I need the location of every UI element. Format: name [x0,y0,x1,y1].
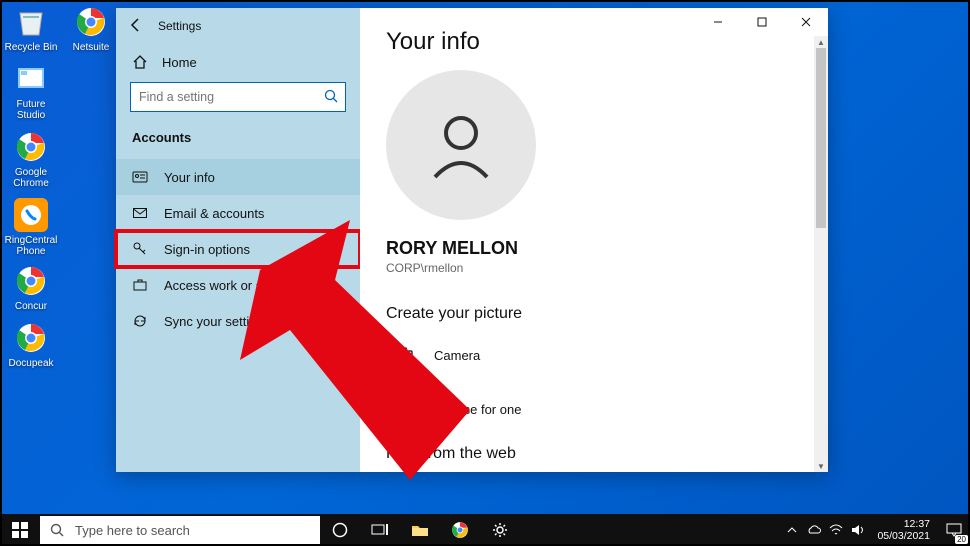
chevron-up-icon [787,525,797,535]
close-button[interactable] [784,8,828,36]
scroll-up-icon[interactable]: ▲ [814,36,828,48]
briefcase-icon [132,277,148,293]
taskbar-chrome[interactable] [440,514,480,546]
scrollbar-thumb[interactable] [816,48,826,228]
user-account: CORP\rmellon [386,261,802,275]
tray-chevron[interactable] [781,514,803,546]
minimize-button[interactable] [696,8,740,36]
desktop-icon-concur[interactable]: Concur [4,263,58,312]
search-icon [324,89,338,108]
taskview-icon [371,523,389,537]
nav-work-school[interactable]: Access work or school [116,267,360,303]
ringcentral-icon [13,197,49,233]
future-studio-icon [13,61,49,97]
cloud-icon [806,524,822,536]
maximize-button[interactable] [740,8,784,36]
picture-option-browse[interactable]: Browse for one [386,391,802,427]
desktop-icon-recycle-bin[interactable]: Recycle Bin [4,4,58,53]
category-header: Accounts [116,124,360,159]
nav-your-info[interactable]: Your info [116,159,360,195]
taskbar-explorer[interactable] [400,514,440,546]
settings-window: Settings Home Accounts Your info Email &… [116,8,828,472]
sync-icon [132,313,148,329]
taskbar-cortana[interactable] [320,514,360,546]
chrome-icon [73,4,109,40]
windows-icon [12,522,28,538]
cortana-icon [332,522,348,538]
picture-option-camera[interactable]: Camera [386,337,802,373]
taskbar-settings[interactable] [480,514,520,546]
system-tray: 12:37 05/03/2021 20 [781,514,970,546]
start-button[interactable] [0,514,40,546]
gear-icon [492,522,508,538]
desktop-icon-ringcentral[interactable]: RingCentral Phone [4,197,58,257]
desktop-icon-future-studio[interactable]: Future Studio [4,61,58,121]
nav-signin-options[interactable]: Sign-in options [116,231,360,267]
camera-icon [386,337,422,373]
person-placeholder-icon [421,105,501,185]
user-name: RORY MELLON [386,238,802,259]
wifi-icon [829,524,843,536]
chrome-icon [451,521,469,539]
recycle-bin-icon [13,4,49,40]
settings-search[interactable] [130,82,346,112]
tray-cloud[interactable] [803,514,825,546]
tray-network[interactable] [825,514,847,546]
nav-sync-settings[interactable]: Sync your settings [116,303,360,339]
scroll-down-icon[interactable]: ▼ [814,460,828,472]
settings-sidebar: Settings Home Accounts Your info Email &… [116,8,360,472]
chrome-icon [13,263,49,299]
email-icon [132,205,148,221]
taskbar-clock[interactable]: 12:37 05/03/2021 [869,518,938,542]
taskbar: Type here to search 12:37 05/03/2021 20 [0,514,970,546]
home-icon [132,54,148,70]
back-button[interactable] [128,17,146,36]
person-icon [132,169,148,185]
desktop-icon-google-chrome[interactable]: Google Chrome [4,129,58,189]
create-picture-header: Create your picture [386,305,802,323]
volume-icon [851,524,865,536]
content-scrollbar[interactable]: ▲ ▼ [814,36,828,472]
desktop-icon-docupeak[interactable]: Docupeak [4,320,58,369]
settings-content: Your info RORY MELLON CORP\rmellon Creat… [360,8,828,472]
action-center[interactable]: 20 [938,514,970,546]
taskbar-search[interactable]: Type here to search [40,516,320,544]
window-title: Settings [158,19,201,33]
chrome-icon [13,129,49,165]
user-avatar [386,70,536,220]
help-web-header: Help from the web [386,445,802,463]
chrome-icon [13,320,49,356]
nav-home[interactable]: Home [116,44,360,80]
nav-email-accounts[interactable]: Email & accounts [116,195,360,231]
desktop-icon-netsuite[interactable]: Netsuite [64,4,118,53]
tray-volume[interactable] [847,514,869,546]
taskbar-taskview[interactable] [360,514,400,546]
folder-icon [411,522,429,538]
settings-search-input[interactable] [130,82,346,112]
key-icon [132,241,148,257]
search-icon [50,523,65,538]
